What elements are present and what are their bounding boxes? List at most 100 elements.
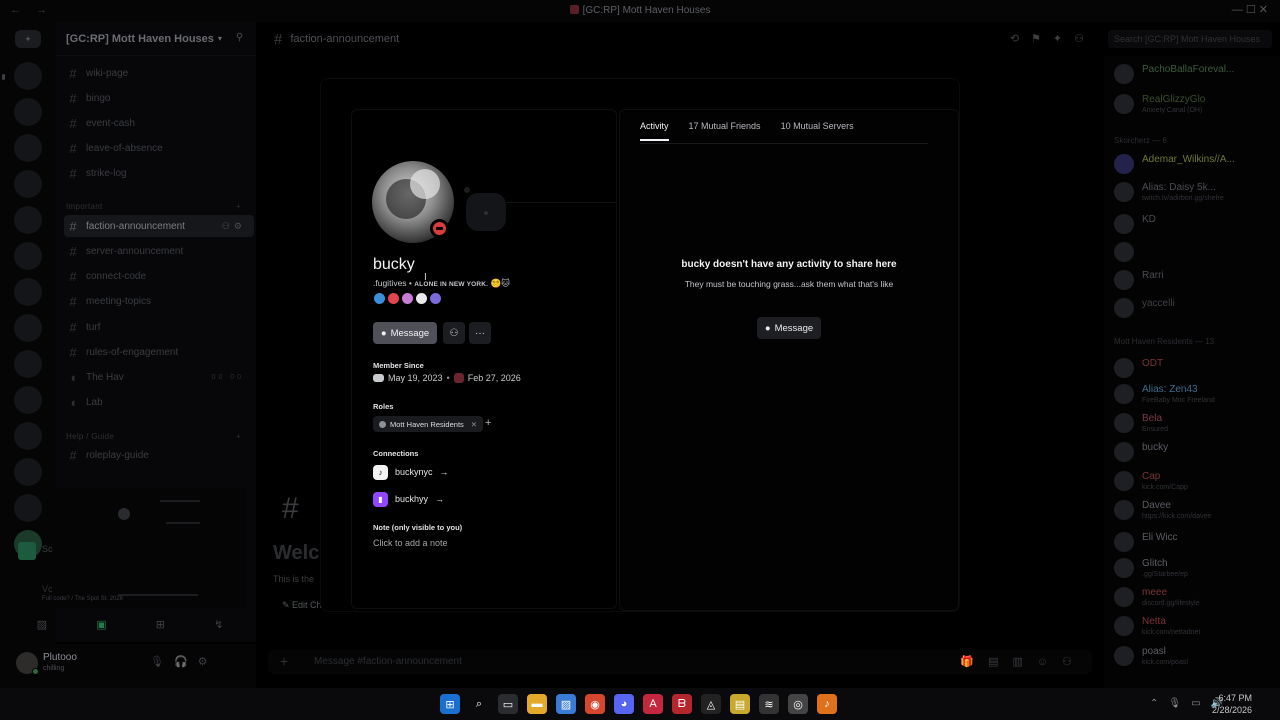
chrome-icon[interactable]: ◉ (585, 694, 605, 714)
channel-item[interactable]: # strike-log (64, 162, 254, 184)
gem-badge-icon[interactable] (402, 293, 413, 304)
voice-channel-item[interactable]: ◖ Lab (64, 391, 254, 413)
member-item[interactable]: yaccelli (1114, 296, 1274, 324)
server-icon[interactable] (14, 134, 42, 162)
category-help[interactable]: Help / Guide + (66, 432, 241, 441)
attach-plus-icon[interactable]: + (280, 653, 288, 669)
tab-mutual-servers[interactable]: 10 Mutual Servers (781, 121, 854, 141)
add-role-button[interactable]: + (485, 417, 491, 429)
member-item[interactable]: PachoBallaForeval... (1114, 62, 1274, 90)
add-friend-button[interactable]: ⚇ (443, 322, 465, 344)
member-item[interactable]: Netta kick.com/nettadnet (1114, 614, 1274, 642)
add-channel-icon[interactable]: + (236, 202, 241, 211)
camera-icon[interactable]: ▣ (96, 618, 106, 631)
server-icon[interactable] (14, 458, 42, 486)
activities-icon[interactable]: ⊞ (156, 618, 165, 631)
window-controls[interactable]: — ☐ ✕ (1232, 3, 1268, 16)
connection-twitch[interactable]: ▮ buckhyy → (373, 491, 444, 507)
server-icon[interactable] (14, 350, 42, 378)
member-item[interactable]: RealGlizzyGlo Anxiety Canal (OH) (1114, 92, 1274, 120)
channel-settings-icon[interactable]: ⚇⚙ (222, 221, 246, 232)
more-options-button[interactable]: ··· (469, 322, 491, 344)
app-icon[interactable]: ▤ (730, 694, 750, 714)
channel-item[interactable]: # server-announcement (64, 240, 254, 262)
channel-item[interactable]: # wiki-page (64, 62, 254, 84)
quest-badge-icon[interactable] (430, 293, 441, 304)
add-channel-icon[interactable]: + (236, 432, 241, 441)
nitro-badge-icon[interactable] (388, 293, 399, 304)
invite-member-icon[interactable]: ⚲ (236, 32, 248, 44)
app-icon[interactable]: ◬ (701, 694, 721, 714)
member-item[interactable]: Cap kick.com/Capp (1114, 469, 1274, 497)
connection-tiktok[interactable]: ♪ buckynyc → (373, 464, 449, 480)
tab-mutual-friends[interactable]: 17 Mutual Friends (689, 121, 761, 141)
channel-item[interactable]: # connect-code (64, 265, 254, 287)
fl-studio-icon[interactable]: ♪ (817, 694, 837, 714)
header-tools[interactable]: ⟲⚑✦⚇ (1010, 32, 1096, 45)
boost-badge-icon[interactable] (416, 293, 427, 304)
server-icon[interactable] (14, 62, 42, 90)
custom-status-bubble[interactable] (466, 193, 506, 231)
server-icon[interactable] (14, 170, 42, 198)
server-icon[interactable] (14, 206, 42, 234)
adobe-icon[interactable]: A (643, 694, 663, 714)
server-icon[interactable] (14, 314, 42, 342)
photos-icon[interactable]: ▨ (556, 694, 576, 714)
steam-icon[interactable]: ◎ (788, 694, 808, 714)
member-item[interactable]: Eli Wicc (1114, 530, 1274, 558)
hypesquad-badge-icon[interactable] (374, 293, 385, 304)
voice-channel-item[interactable]: ◖ The Hav 00 00 (64, 366, 254, 388)
mute-video-icon[interactable]: ▨ (37, 618, 47, 631)
channel-item[interactable]: # turf (64, 316, 254, 338)
soundboard-icon[interactable]: ↯ (214, 618, 223, 631)
channel-item[interactable]: # rules-of-engagement (64, 341, 254, 363)
member-item[interactable]: Rarri (1114, 268, 1274, 296)
channel-item[interactable]: # meeting-topics (64, 290, 254, 312)
remove-role-icon[interactable]: ✕ (471, 420, 477, 429)
windows-start-icon[interactable]: ⊞ (440, 694, 460, 714)
member-item[interactable]: Alias: Zen43 FireBaby Moc Freeland (1114, 382, 1274, 410)
server-icon[interactable] (14, 386, 42, 414)
discord-home-icon[interactable]: ✦ (15, 30, 41, 48)
discord-icon[interactable]: ◕ (614, 694, 634, 714)
channel-item[interactable]: # leave-of-absence (64, 137, 254, 159)
member-item[interactable]: bucky (1114, 440, 1274, 468)
member-item[interactable]: Ademar_Wilkins//A... (1114, 152, 1274, 180)
member-item[interactable]: KD (1114, 212, 1274, 240)
search-icon[interactable]: ⌕ (469, 694, 489, 714)
member-item[interactable]: Alias: Daisy 5k... twitch.tv/adirbon.gg/s… (1114, 180, 1274, 208)
task-view-icon[interactable]: ▭ (498, 694, 518, 714)
server-header[interactable]: [GC:RP] Mott Haven Houses ▾ ⚲ (56, 22, 256, 56)
composer-tools[interactable]: 🎁▤▥☺⚇ (960, 655, 1086, 668)
user-name[interactable]: Plutooo (43, 652, 77, 663)
member-item[interactable]: meee discord.gg/lifestyle (1114, 585, 1274, 613)
note-input[interactable]: Click to add a note (373, 538, 448, 548)
server-icon[interactable] (14, 98, 42, 126)
server-icon[interactable] (14, 278, 42, 306)
message-composer[interactable]: + Message #faction-announcement 🎁▤▥☺⚇ (268, 650, 1092, 674)
message-button-2[interactable]: ● Message (757, 317, 821, 339)
message-button[interactable]: ● Message (373, 322, 437, 344)
member-item[interactable] (1114, 240, 1274, 268)
server-icon[interactable] (14, 422, 42, 450)
server-icon[interactable] (14, 242, 42, 270)
channel-item[interactable]: # roleplay-guide (64, 444, 254, 466)
member-item[interactable]: Davee https://kick.com/davee (1114, 498, 1274, 526)
channel-item[interactable]: # event-cash (64, 112, 254, 134)
app-icon[interactable]: ᗷ (672, 694, 692, 714)
member-item[interactable]: Bela Ensured (1114, 411, 1274, 439)
tab-activity[interactable]: Activity (640, 121, 669, 141)
role-chip[interactable]: Mott Haven Residents ✕ (373, 416, 484, 432)
app-icon[interactable]: ≋ (759, 694, 779, 714)
server-icon[interactable] (14, 494, 42, 522)
member-item[interactable]: ODT (1114, 356, 1274, 384)
member-item[interactable]: Glitch .gg/Starbee/ep (1114, 556, 1274, 584)
category-important[interactable]: Important + (66, 202, 241, 211)
file-explorer-icon[interactable]: ▬ (527, 694, 547, 714)
search-input[interactable]: Search [GC:RP] Mott Haven Houses (1108, 30, 1272, 48)
channel-item-active[interactable]: # faction-announcement ⚇⚙ (64, 215, 254, 237)
user-controls[interactable]: 🎙🎧⚙ (150, 655, 218, 668)
edit-channel-button[interactable]: ✎ Edit Ch (282, 600, 322, 611)
clock[interactable]: 6:47 PM 2/28/2026 (1212, 692, 1252, 716)
member-item[interactable]: poasl kick.com/poasl (1114, 644, 1274, 672)
